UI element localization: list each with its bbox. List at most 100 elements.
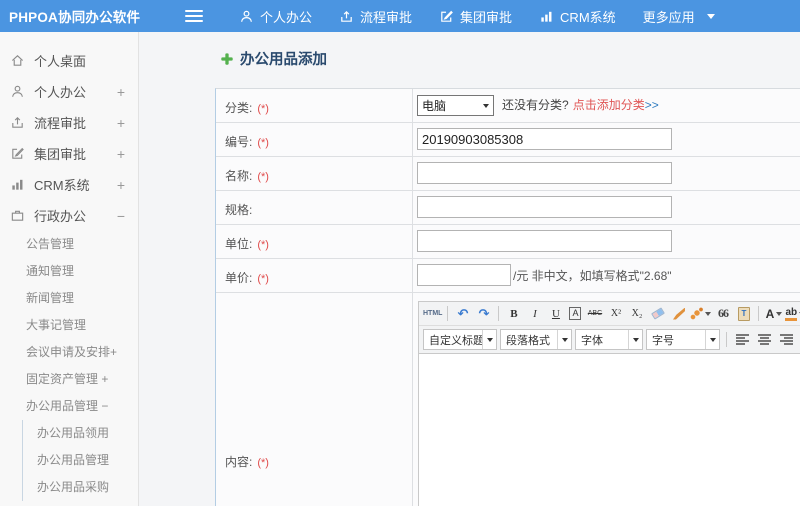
sidebar-item-label: 个人桌面 <box>34 54 87 69</box>
category-select[interactable]: 电脑 <box>417 95 494 116</box>
sidebar-item-label: 个人办公 <box>34 85 87 100</box>
no-category-hint: 还没有分类? <box>502 98 569 112</box>
sidebar-item-workflow-approval[interactable]: 流程审批 + <box>0 107 138 138</box>
briefcase-icon <box>10 208 25 223</box>
custom-heading-dropdown[interactable]: 自定义标题 <box>423 329 497 350</box>
sidebar-subitem-supplies-manage[interactable]: 办公用品管理 <box>23 447 138 474</box>
underline-icon[interactable]: U <box>546 304 565 323</box>
blockquote-icon[interactable]: 66 <box>713 304 732 323</box>
sidebar-item-personal-desktop[interactable]: 个人桌面 <box>0 45 138 76</box>
sidebar-subitem-office-supplies[interactable]: 办公用品管理 − <box>0 393 138 420</box>
align-center-icon[interactable] <box>755 330 774 349</box>
sidebar-subitem-announcement[interactable]: 公告管理 <box>0 231 138 258</box>
sidebar-subitem-supplies-receive[interactable]: 办公用品领用 <box>23 420 138 447</box>
bar-chart-icon <box>541 11 552 22</box>
edit-icon <box>441 10 453 22</box>
dropdown-caret-icon <box>628 330 642 349</box>
expand-plus-icon[interactable]: + <box>117 146 125 162</box>
sidebar-subitem-news[interactable]: 新闻管理 <box>0 285 138 312</box>
font-color-icon[interactable]: A <box>764 304 783 323</box>
category-selected-value: 电脑 <box>422 99 447 113</box>
expand-plus-icon[interactable]: + <box>117 177 125 193</box>
html-source-icon[interactable]: HTML <box>423 304 442 323</box>
sidebar-subitem-fixed-assets[interactable]: 固定资产管理 + <box>0 366 138 393</box>
topnav-label: 更多应用 <box>642 9 695 25</box>
form-row-code: 编号: (*) <box>216 123 800 157</box>
undo-icon[interactable]: ↶ <box>453 304 472 323</box>
required-mark: (*) <box>257 457 269 469</box>
sidebar-subitem-meeting[interactable]: 会议申请及安排+ <box>0 339 138 366</box>
topnav-more-apps[interactable]: 更多应用 <box>643 7 715 26</box>
plus-icon <box>221 52 233 65</box>
page-title: 办公用品添加 <box>220 48 327 69</box>
text-border-icon[interactable]: A <box>569 307 582 320</box>
rich-text-editor: HTML ↶ ↷ B I U A ABC X² X₂ 66 T A ab 自定义… <box>418 301 800 506</box>
spec-input[interactable] <box>417 196 672 218</box>
bar-chart-icon <box>10 177 25 192</box>
editor-toolbar-row2: 自定义标题 段落格式 字体 字号 <box>419 325 800 353</box>
remove-format-eraser-icon[interactable] <box>648 304 667 323</box>
align-right-icon[interactable] <box>777 330 796 349</box>
paragraph-format-dropdown[interactable]: 段落格式 <box>500 329 572 350</box>
editor-toolbar-row1: HTML ↶ ↷ B I U A ABC X² X₂ 66 T A ab <box>419 302 800 325</box>
sidebar-item-personal-office[interactable]: 个人办公 + <box>0 76 138 107</box>
topnav-crm-system[interactable]: CRM系统 <box>539 7 616 26</box>
required-mark: (*) <box>257 239 269 251</box>
upload-icon <box>10 115 25 130</box>
sidebar-item-crm-system[interactable]: CRM系统 + <box>0 169 138 200</box>
sidebar-item-label: 流程审批 <box>34 116 87 131</box>
app-logo: PHPOA协同办公软件 <box>9 10 141 25</box>
redo-icon[interactable]: ↷ <box>474 304 493 323</box>
auto-typeset-icon[interactable] <box>690 304 712 323</box>
chevron-down-icon <box>706 13 715 19</box>
select-caret-icon <box>483 103 489 108</box>
subscript-icon[interactable]: X₂ <box>627 304 646 323</box>
topnav-personal-office[interactable]: 个人办公 <box>239 7 312 26</box>
font-size-dropdown[interactable]: 字号 <box>646 329 720 350</box>
sidebar-item-group-approval[interactable]: 集团审批 + <box>0 138 138 169</box>
name-input[interactable] <box>417 162 672 184</box>
strikethrough-icon[interactable]: ABC <box>585 304 604 323</box>
topnav-label: 集团审批 <box>460 9 513 25</box>
expand-plus-icon[interactable]: + <box>117 115 125 131</box>
main-content: 办公用品添加 分类: (*) 电脑 还没有分类? 点击添加分类 >> 编号: (… <box>140 32 800 506</box>
sidebar-item-label: CRM系统 <box>34 178 90 193</box>
user-icon <box>241 10 252 22</box>
bold-icon[interactable]: B <box>504 304 523 323</box>
sidebar-subitem-memorabilia[interactable]: 大事记管理 <box>0 312 138 339</box>
sidebar-item-label: 行政办公 <box>34 209 87 224</box>
category-label: 分类: <box>225 101 253 115</box>
required-mark: (*) <box>257 273 269 285</box>
required-mark: (*) <box>257 103 269 115</box>
format-brush-icon[interactable] <box>669 304 688 323</box>
highlight-color-icon[interactable]: ab <box>785 304 800 323</box>
add-category-link[interactable]: 点击添加分类 <box>573 94 645 117</box>
sidebar-item-admin-office[interactable]: 行政办公 − <box>0 200 138 231</box>
expand-plus-icon[interactable]: + <box>117 84 125 100</box>
collapse-minus-icon[interactable]: − <box>117 208 125 224</box>
topnav-workflow-approval[interactable]: 流程审批 <box>339 7 412 26</box>
hamburger-menu-icon[interactable] <box>185 10 203 22</box>
font-family-dropdown[interactable]: 字体 <box>575 329 643 350</box>
home-icon <box>10 53 25 68</box>
dropdown-caret-icon <box>557 330 571 349</box>
sidebar-subitem-supplies-purchase[interactable]: 办公用品采购 <box>23 474 138 501</box>
edit-icon <box>10 146 25 161</box>
price-input[interactable] <box>417 264 511 286</box>
paste-plain-text-icon[interactable]: T <box>734 304 753 323</box>
topnav-label: 流程审批 <box>360 9 413 25</box>
italic-icon[interactable]: I <box>525 304 544 323</box>
topnav-label: 个人办公 <box>260 9 313 25</box>
superscript-icon[interactable]: X² <box>606 304 625 323</box>
code-label: 编号: <box>225 135 253 149</box>
sidebar-subitem-notice[interactable]: 通知管理 <box>0 258 138 285</box>
add-category-link-arrows[interactable]: >> <box>645 94 659 117</box>
unit-input[interactable] <box>417 230 672 252</box>
topnav-group-approval[interactable]: 集团审批 <box>439 7 512 26</box>
app-window: PHPOA协同办公软件 个人办公 流程审批 集团审批 CRM系统 更多应用 个人… <box>0 0 800 506</box>
price-format-hint: /元 非中文，如填写格式"2.68" <box>513 269 672 283</box>
align-left-icon[interactable] <box>733 330 752 349</box>
code-input[interactable] <box>417 128 672 150</box>
form-row-content: 内容: (*) HTML ↶ ↷ B I U A ABC X² X₂ 66 T … <box>216 293 800 506</box>
editor-content-area[interactable] <box>419 353 800 506</box>
